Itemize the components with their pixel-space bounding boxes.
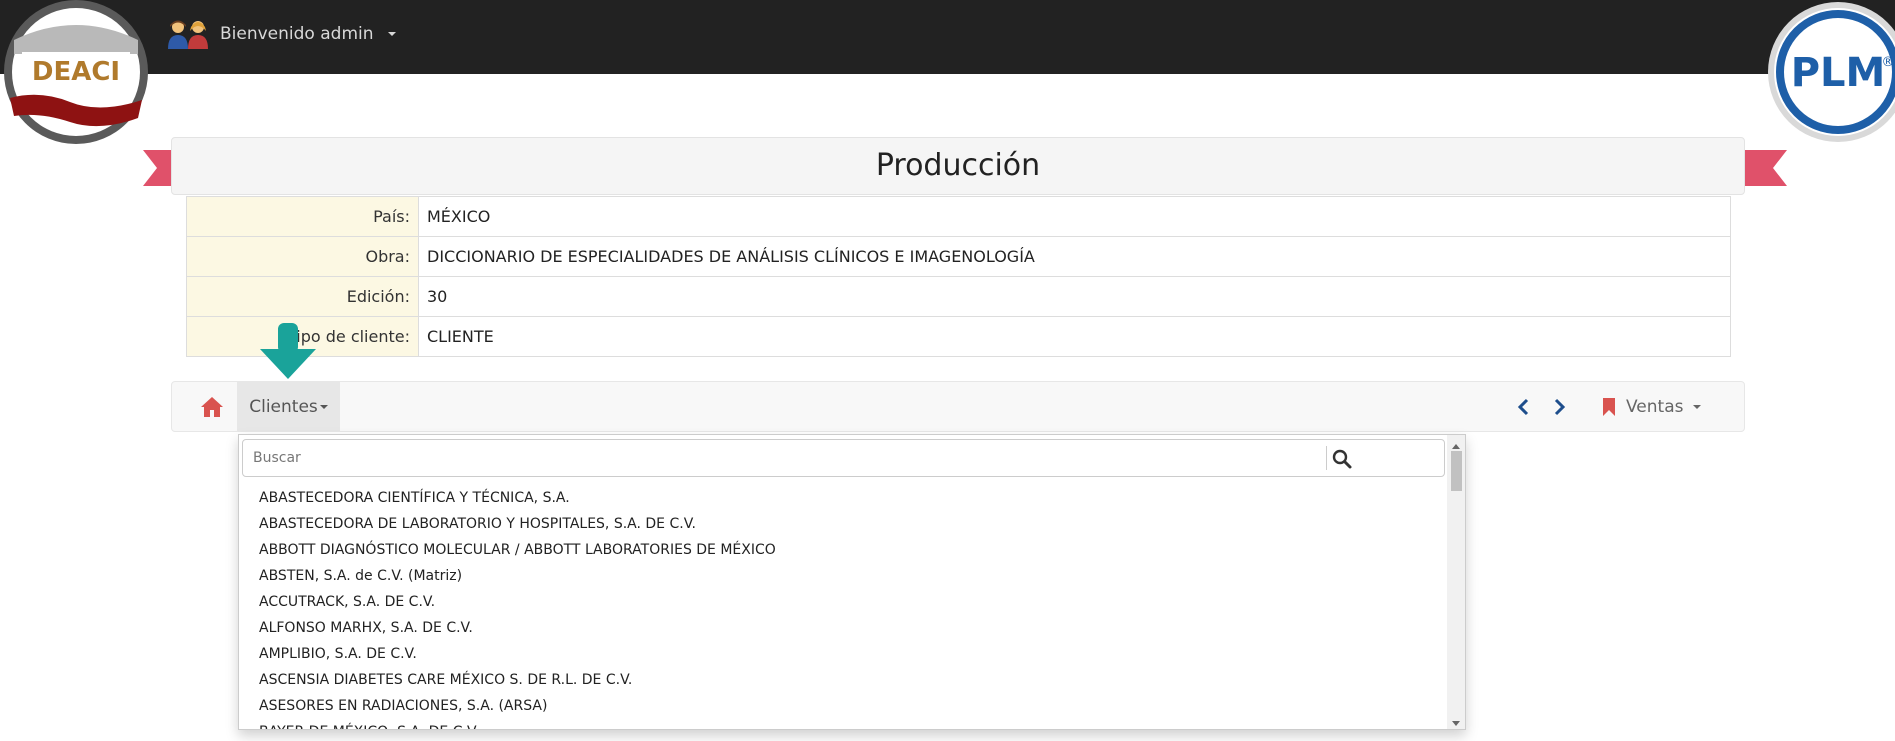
chevron-down-icon [319, 404, 328, 409]
arrow-down-icon [260, 323, 316, 381]
chevron-down-icon [387, 32, 396, 36]
scrollbar-thumb[interactable] [1451, 451, 1462, 491]
clientes-dropdown-menu: ABASTECEDORA CIENTÍFICA Y TÉCNICA, S.A. … [238, 434, 1466, 730]
chevron-left-icon[interactable] [1515, 397, 1533, 417]
list-item[interactable]: ASCENSIA DIABETES CARE MÉXICO S. DE R.L.… [239, 667, 1445, 693]
info-row-tipo-cliente: Tipo de cliente: CLIENTE [186, 316, 1731, 357]
chevron-down-icon [1693, 404, 1702, 409]
svg-text:DEACI: DEACI [32, 57, 120, 87]
search-box [242, 439, 1445, 477]
info-label: País: [186, 196, 419, 237]
info-value: 30 [418, 276, 1731, 317]
svg-text:®: ® [1882, 55, 1895, 70]
production-info-table: País: MÉXICO Obra: DICCIONARIO DE ESPECI… [186, 196, 1731, 357]
list-item[interactable]: ABSTEN, S.A. de C.V. (Matriz) [239, 563, 1445, 589]
title-banner: Producción [171, 137, 1745, 195]
list-item[interactable]: ABASTECEDORA CIENTÍFICA Y TÉCNICA, S.A. [239, 485, 1445, 511]
ventas-label: Ventas [1626, 396, 1684, 417]
clientes-label: Clientes [249, 396, 318, 417]
search-divider [1326, 446, 1327, 470]
info-label: Obra: [186, 236, 419, 277]
info-value: MÉXICO [418, 196, 1731, 237]
list-item[interactable]: BAYER DE MÉXICO, S.A. DE C.V. [239, 719, 1445, 729]
info-label: Edición: [186, 276, 419, 317]
section-navbar: Clientes Ventas [171, 381, 1745, 432]
list-item[interactable]: ABASTECEDORA DE LABORATORIO Y HOSPITALES… [239, 511, 1445, 537]
home-icon[interactable] [200, 396, 224, 418]
info-row-edicion: Edición: 30 [186, 276, 1731, 317]
list-item[interactable]: ABBOTT DIAGNÓSTICO MOLECULAR / ABBOTT LA… [239, 537, 1445, 563]
info-row-pais: País: MÉXICO [186, 196, 1731, 237]
search-icon[interactable] [1331, 448, 1353, 470]
list-item[interactable]: ACCUTRACK, S.A. DE C.V. [239, 589, 1445, 615]
chevron-right-icon[interactable] [1550, 397, 1568, 417]
scroll-down-icon[interactable] [1447, 715, 1465, 727]
top-navbar: Bienvenido admin [0, 0, 1895, 74]
deaci-logo: DEACI [0, 0, 152, 146]
plm-logo: PLM ® [1768, 0, 1895, 146]
bookmark-icon [1602, 397, 1616, 416]
client-list: ABASTECEDORA CIENTÍFICA Y TÉCNICA, S.A. … [239, 485, 1445, 729]
page-title: Producción [875, 148, 1041, 183]
users-icon [166, 18, 212, 50]
info-row-obra: Obra: DICCIONARIO DE ESPECIALIDADES DE A… [186, 236, 1731, 277]
list-item[interactable]: ASESORES EN RADIACIONES, S.A. (ARSA) [239, 693, 1445, 719]
ribbon-right [1745, 150, 1787, 186]
clientes-dropdown-button[interactable]: Clientes [237, 382, 340, 431]
info-value: CLIENTE [418, 316, 1731, 357]
list-item[interactable]: ALFONSO MARHX, S.A. DE C.V. [239, 615, 1445, 641]
dropdown-scrollbar[interactable] [1447, 435, 1465, 729]
ventas-dropdown-button[interactable]: Ventas [1602, 382, 1702, 431]
info-value: DICCIONARIO DE ESPECIALIDADES DE ANÁLISI… [418, 236, 1731, 277]
user-menu[interactable]: Bienvenido admin [166, 18, 396, 50]
search-input[interactable] [243, 440, 1323, 476]
list-item[interactable]: AMPLIBIO, S.A. DE C.V. [239, 641, 1445, 667]
welcome-label: Bienvenido admin [220, 24, 374, 44]
scroll-up-icon[interactable] [1447, 437, 1465, 449]
svg-text:PLM: PLM [1791, 50, 1886, 96]
